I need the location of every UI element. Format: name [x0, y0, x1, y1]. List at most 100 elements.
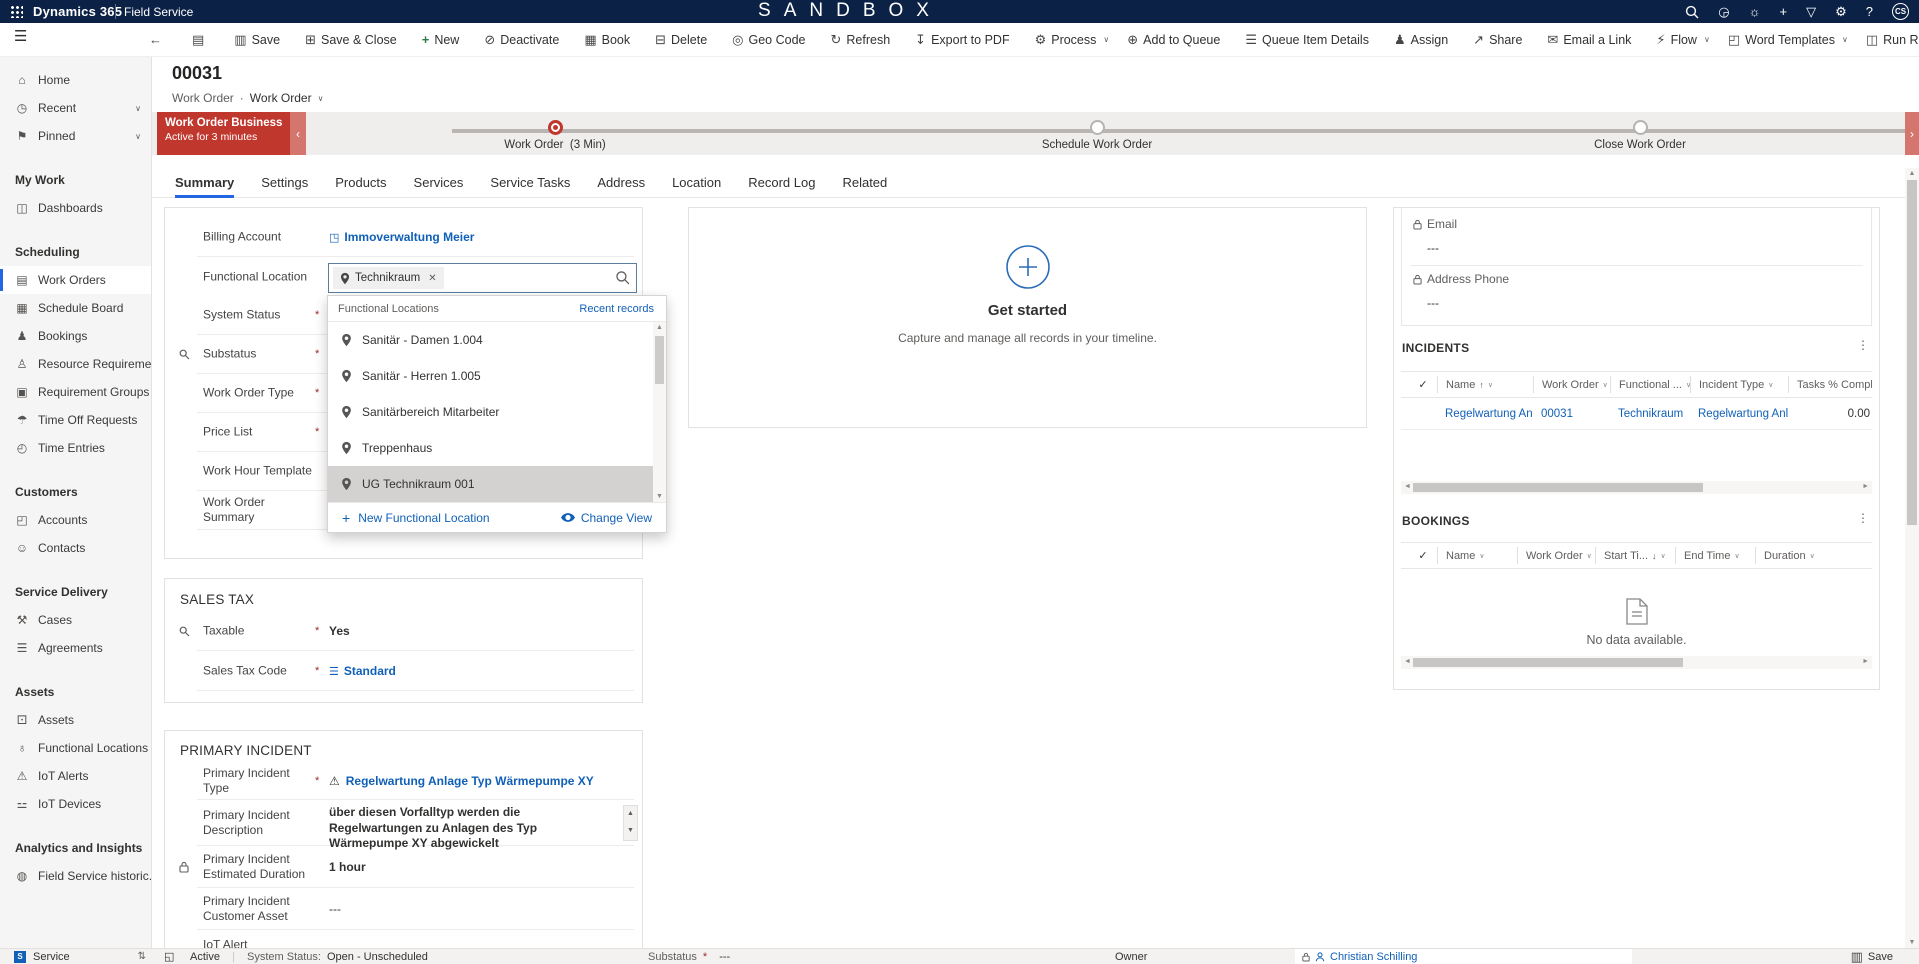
scroll-right-icon[interactable]: ►	[1862, 658, 1869, 665]
export-pdf-button[interactable]: ↧ Export to PDF	[906, 26, 1025, 54]
lookup-result-item[interactable]: Sanitär - Damen 1.004	[328, 322, 666, 358]
column-name[interactable]: Name∨	[1437, 547, 1517, 564]
sidebar-item-agreements[interactable]: ☰ Agreements	[0, 634, 151, 662]
stage-work-order[interactable]: Work Order (3 Min)	[445, 120, 665, 151]
scrollbar-thumb[interactable]	[1413, 658, 1683, 667]
lookup-result-item[interactable]: UG Technikraum 001	[328, 466, 666, 502]
user-avatar[interactable]: CS	[1892, 3, 1909, 20]
scrollbar-thumb[interactable]	[1413, 483, 1703, 492]
get-started-plus-icon[interactable]	[1005, 244, 1051, 290]
incident-name-link[interactable]: Regelwartung Anla	[1437, 408, 1533, 420]
back-button[interactable]: ←	[140, 26, 183, 54]
form-selector[interactable]: Work Order	[250, 91, 312, 105]
new-functional-location-button[interactable]: + New Functional Location	[342, 510, 490, 526]
column-name[interactable]: Name↑∨	[1437, 376, 1533, 393]
next-stage-icon[interactable]: ›	[1905, 112, 1919, 155]
sidebar-item-recent[interactable]: ◷ Recent ∨	[0, 94, 151, 122]
area-switcher[interactable]: S Service ⇅	[0, 948, 152, 964]
description-value[interactable]: über diesen Vorfalltyp werden die Regelw…	[329, 805, 597, 852]
scroll-right-icon[interactable]: ►	[1862, 483, 1869, 490]
address-phone-value[interactable]: ---	[1427, 296, 1439, 310]
sidebar-item-time-entries[interactable]: ◴ Time Entries	[0, 434, 151, 462]
email-value[interactable]: ---	[1427, 241, 1439, 255]
tab-services[interactable]: Services	[414, 168, 464, 198]
plus-icon[interactable]: +	[1780, 5, 1788, 18]
lightbulb-icon[interactable]: ☼	[1749, 5, 1761, 18]
run-report-button[interactable]: ◫ Run Report ∨	[1857, 26, 1919, 54]
email-link-button[interactable]: ✉ Email a Link	[1538, 26, 1647, 54]
delete-button[interactable]: ⊟ Delete	[646, 26, 723, 54]
more-commands-icon[interactable]: ⋮	[1857, 338, 1869, 352]
deactivate-button[interactable]: ⊘ Deactivate	[475, 26, 575, 54]
sidebar-item-work-orders[interactable]: ▤ Work Orders	[0, 266, 151, 294]
more-commands-icon[interactable]: ⋮	[1857, 511, 1869, 525]
column-incident-type[interactable]: Incident Type∨	[1690, 376, 1788, 393]
tab-location[interactable]: Location	[672, 168, 721, 198]
column-duration[interactable]: Duration∨	[1755, 547, 1872, 564]
scroll-left-icon[interactable]: ◄	[1404, 483, 1411, 490]
gauge-icon[interactable]: ◶	[1718, 5, 1729, 18]
scroll-stepper[interactable]: ▲▼	[623, 805, 638, 841]
owner-link[interactable]: Christian Schilling	[1330, 951, 1417, 963]
process-stage-flyout[interactable]: Work Order Business Pro... Active for 3 …	[157, 112, 290, 155]
footer-substatus[interactable]: Substatus* ---	[648, 949, 730, 964]
app-title[interactable]: Dynamics 365	[33, 4, 122, 19]
tab-summary[interactable]: Summary	[175, 168, 234, 198]
sidebar-item-resource-requirements[interactable]: ♙ Resource Requireme...	[0, 350, 151, 378]
stage-schedule-work-order[interactable]: Schedule Work Order	[987, 120, 1207, 151]
sales-tax-code-link[interactable]: Standard	[344, 664, 396, 678]
sidebar-item-dashboards[interactable]: ◫ Dashboards	[0, 194, 151, 222]
change-view-button[interactable]: Change View	[561, 511, 652, 525]
area-switch-icon[interactable]: ⇅	[138, 951, 146, 962]
record-set-button[interactable]: ▤	[183, 26, 225, 54]
sidebar-item-cases[interactable]: ⚒ Cases	[0, 606, 151, 634]
billing-account-link[interactable]: Immoverwaltung Meier	[344, 230, 474, 244]
help-icon[interactable]: ?	[1866, 5, 1873, 18]
recent-records-link[interactable]: Recent records	[579, 303, 654, 315]
collapse-stage-icon[interactable]: ‹	[290, 112, 306, 155]
sidebar-item-bookings[interactable]: ♟ Bookings	[0, 322, 151, 350]
incident-row[interactable]: Regelwartung Anla 00031 Technikraum Rege…	[1401, 398, 1872, 430]
geo-code-button[interactable]: ◎ Geo Code	[723, 26, 821, 54]
column-start-time[interactable]: Start Ti...↓∨	[1595, 547, 1675, 564]
incidents-h-scrollbar[interactable]: ◄ ►	[1401, 481, 1872, 494]
tab-record-log[interactable]: Record Log	[748, 168, 815, 198]
add-to-queue-button[interactable]: ⊕ Add to Queue	[1118, 26, 1236, 54]
primary-incident-type-link[interactable]: Regelwartung Anlage Typ Wärmepumpe XY	[346, 774, 594, 788]
sidebar-item-pinned[interactable]: ⚑ Pinned ∨	[0, 122, 151, 150]
sidebar-item-schedule-board[interactable]: ▦ Schedule Board	[0, 294, 151, 322]
process-button[interactable]: ⚙ Process ∨	[1026, 26, 1119, 54]
flow-button[interactable]: ⚡ Flow ∨	[1647, 26, 1718, 54]
tab-service-tasks[interactable]: Service Tasks	[490, 168, 570, 198]
taxable-value[interactable]: Yes	[329, 624, 350, 638]
scrollbar-thumb[interactable]	[1907, 180, 1917, 525]
column-work-order[interactable]: Work Order∨	[1533, 376, 1610, 393]
sidebar-item-home[interactable]: ⌂ Home	[0, 66, 151, 94]
sidebar-item-iot-alerts[interactable]: ⚠ IoT Alerts	[0, 762, 151, 790]
column-tasks-percent[interactable]: Tasks % Comple...	[1788, 376, 1872, 393]
lookup-result-item[interactable]: Sanitärbereich Mitarbeiter	[328, 394, 666, 430]
owner-field[interactable]: Christian Schilling	[1295, 949, 1632, 964]
filter-icon[interactable]: ▽	[1806, 5, 1816, 18]
expand-icon[interactable]: ◱	[164, 949, 174, 964]
scrollbar-thumb[interactable]	[655, 336, 664, 384]
share-button[interactable]: ↗ Share	[1464, 26, 1538, 54]
sidebar-item-assets[interactable]: ⚀ Assets	[0, 706, 151, 734]
book-button[interactable]: ▦ Book	[575, 26, 646, 54]
page-v-scrollbar[interactable]: ▲ ▼	[1905, 168, 1919, 948]
lookup-result-item[interactable]: Sanitär - Herren 1.005	[328, 358, 666, 394]
sidebar-item-contacts[interactable]: ☺ Contacts	[0, 534, 151, 562]
bookings-h-scrollbar[interactable]: ◄ ►	[1401, 656, 1872, 669]
sidebar-item-fs-historical[interactable]: ◍ Field Service historic...	[0, 862, 151, 890]
scroll-down-icon[interactable]: ▼	[653, 493, 666, 500]
scroll-down-icon[interactable]: ▼	[1905, 939, 1919, 946]
column-work-order[interactable]: Work Order∨	[1517, 547, 1595, 564]
sidebar-item-time-off-requests[interactable]: ☂ Time Off Requests	[0, 406, 151, 434]
tab-products[interactable]: Products	[335, 168, 386, 198]
incident-work-order-link[interactable]: 00031	[1533, 408, 1610, 420]
lookup-result-item[interactable]: Treppenhaus	[328, 430, 666, 466]
queue-item-details-button[interactable]: ☰ Queue Item Details	[1236, 26, 1385, 54]
stage-close-work-order[interactable]: Close Work Order	[1530, 120, 1750, 151]
save-close-button[interactable]: ⊞ Save & Close	[296, 26, 413, 54]
selected-record-chip[interactable]: Technikraum ✕	[333, 267, 444, 289]
